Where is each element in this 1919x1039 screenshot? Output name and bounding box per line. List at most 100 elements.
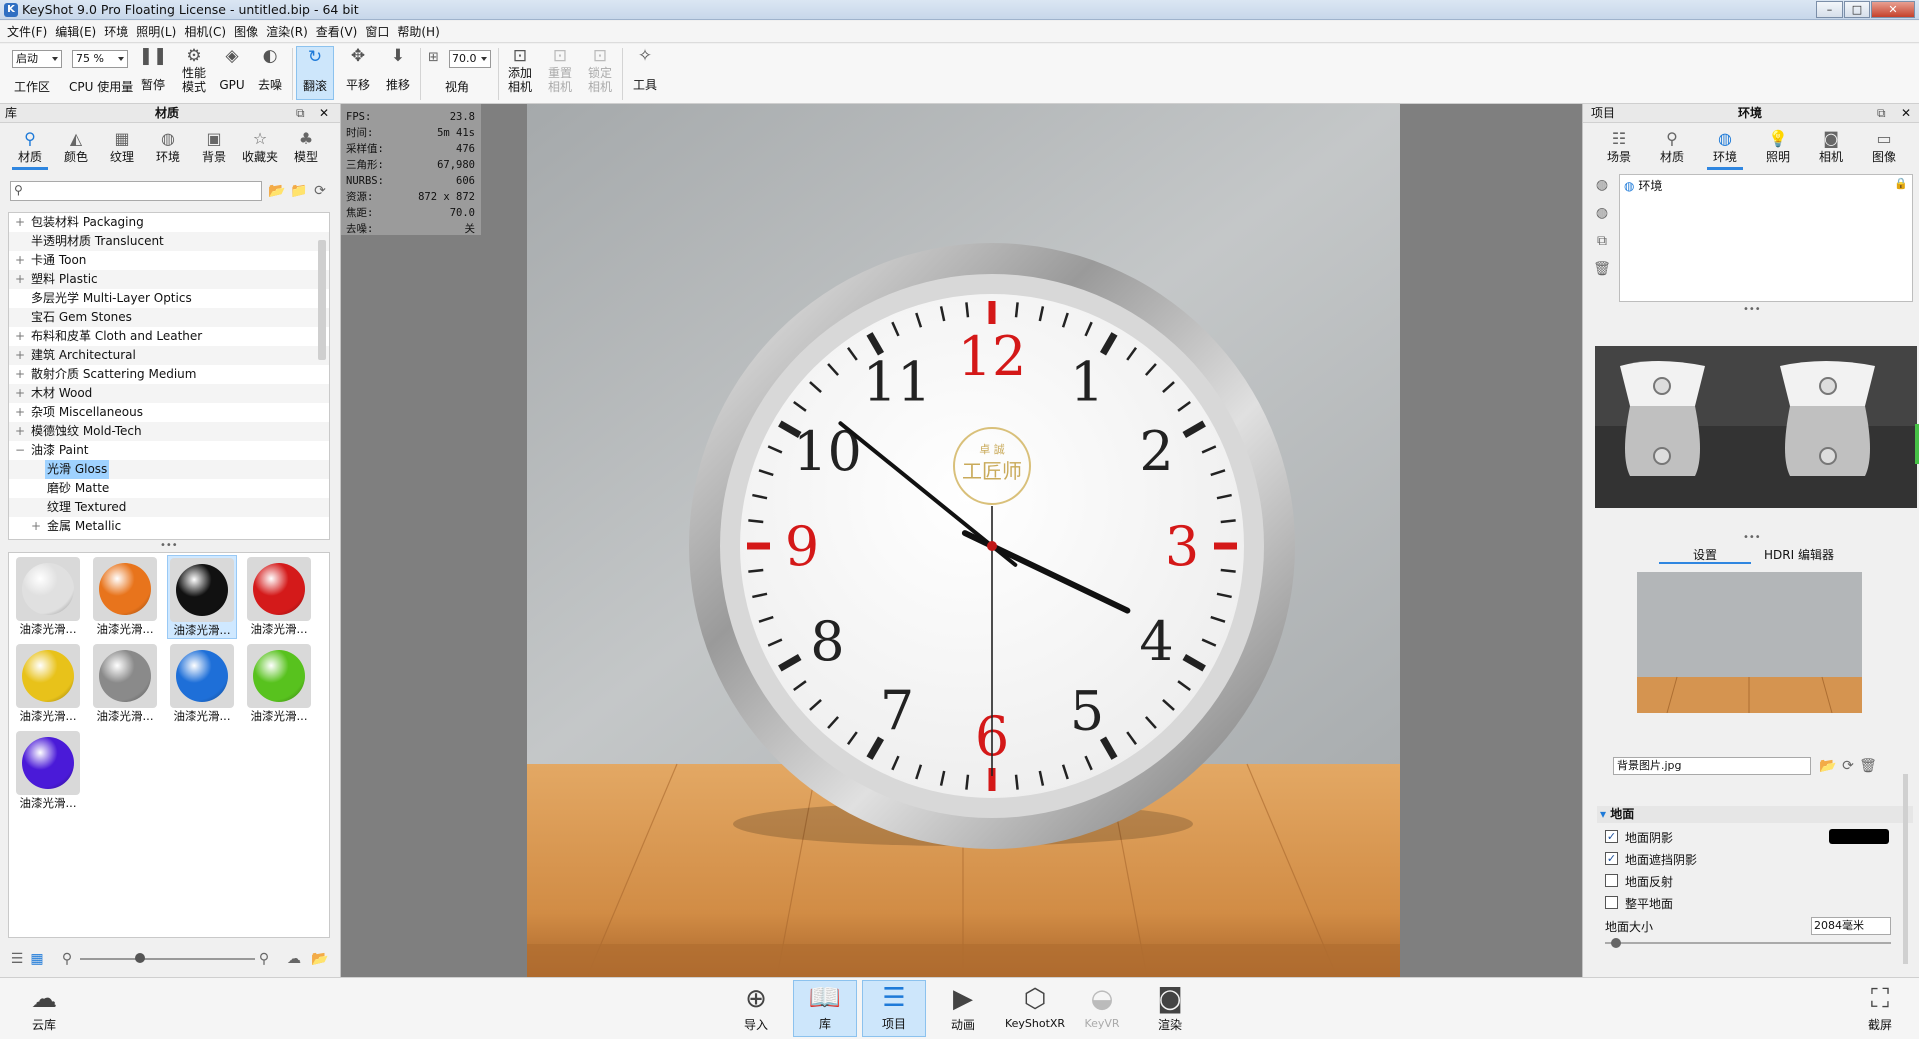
tree-item[interactable]: + 散射介质 Scattering Medium bbox=[9, 365, 329, 384]
material-thumbnail[interactable]: 油漆光滑... bbox=[90, 555, 160, 639]
background-file-field[interactable]: 背景图片.jpg bbox=[1613, 757, 1811, 775]
tree-item[interactable]: − 油漆 Paint bbox=[9, 441, 329, 460]
reload-icon[interactable]: ⟳ bbox=[1839, 757, 1857, 775]
minimize-button[interactable]: – bbox=[1816, 1, 1843, 18]
dolly-button[interactable]: ⬇ 推移 bbox=[382, 46, 414, 92]
background-thumbnail[interactable] bbox=[1637, 572, 1862, 713]
library-search[interactable]: ⚲ bbox=[10, 181, 262, 201]
ground-section-header[interactable]: ▾ 地面 bbox=[1597, 806, 1913, 823]
tab-camera[interactable]: ◙ 相机 bbox=[1809, 130, 1853, 165]
material-thumbnail[interactable]: 油漆光滑... bbox=[167, 642, 237, 726]
tab-textures[interactable]: ▦ 纹理 bbox=[100, 130, 144, 165]
material-thumbnail[interactable]: 油漆光滑... bbox=[13, 642, 83, 726]
ground-size-slider[interactable] bbox=[1605, 942, 1891, 944]
zoom-out-icon[interactable]: ⚲ bbox=[58, 950, 76, 968]
import-folder-icon[interactable]: 📂 bbox=[311, 950, 329, 968]
tumble-button[interactable]: ↻ 翻滚 bbox=[296, 46, 334, 100]
expander-icon[interactable]: + bbox=[15, 327, 25, 346]
tab-image[interactable]: ▭ 图像 bbox=[1862, 130, 1906, 165]
menu-edit[interactable]: 编辑(E) bbox=[51, 21, 100, 43]
open-file-icon[interactable]: 📂 bbox=[1819, 757, 1837, 775]
render-button[interactable]: ◙ 渲染 bbox=[1138, 982, 1202, 1033]
menu-view[interactable]: 查看(V) bbox=[312, 21, 362, 43]
tree-item[interactable]: + 包装材料 Packaging bbox=[9, 213, 329, 232]
tab-scene[interactable]: ☷ 场景 bbox=[1597, 130, 1641, 165]
import-button[interactable]: ⊕ 导入 bbox=[724, 982, 788, 1033]
list-view-icon[interactable]: ☰ bbox=[8, 950, 26, 968]
menu-file[interactable]: 文件(F) bbox=[3, 21, 51, 43]
expander-icon[interactable]: + bbox=[15, 403, 25, 422]
material-thumbnail[interactable]: 油漆光滑... bbox=[13, 729, 83, 813]
lock-camera-button[interactable]: ⊡ 锁定 相机 bbox=[584, 46, 616, 94]
menu-environment[interactable]: 环境 bbox=[100, 21, 132, 43]
fov-input[interactable]: 70.0 bbox=[449, 50, 491, 68]
ground-shadow-checkbox[interactable]: ✓ bbox=[1605, 830, 1618, 843]
expander-icon[interactable]: + bbox=[15, 213, 25, 232]
open-folder-icon[interactable]: 📂 bbox=[268, 182, 286, 200]
gpu-button[interactable]: ◈ GPU bbox=[218, 46, 246, 92]
tab-colors[interactable]: ◭ 颜色 bbox=[54, 130, 98, 165]
screenshot-button[interactable]: ⛶ 截屏 bbox=[1848, 982, 1912, 1033]
tree-item[interactable]: 磨砂 Matte bbox=[9, 479, 329, 498]
workspace-select[interactable]: 启动 bbox=[12, 50, 62, 68]
material-thumbnail[interactable]: 油漆光滑... bbox=[90, 642, 160, 726]
tab-favorites[interactable]: ☆ 收藏夹 bbox=[238, 130, 282, 165]
expander-icon[interactable]: − bbox=[15, 441, 25, 460]
grid-view-icon[interactable]: ▦ bbox=[28, 950, 46, 968]
pause-button[interactable]: ❚❚ 暂停 bbox=[138, 46, 168, 92]
add-folder-icon[interactable]: 📁 bbox=[290, 182, 308, 200]
tree-item[interactable]: + 卡通 Toon bbox=[9, 251, 329, 270]
tools-button[interactable]: ✧ 工具 bbox=[628, 46, 662, 92]
tree-item[interactable]: 多层光学 Multi-Layer Optics bbox=[9, 289, 329, 308]
ground-shadow-color-swatch[interactable] bbox=[1829, 829, 1889, 844]
tree-scrollbar[interactable] bbox=[318, 240, 326, 360]
material-thumbnail[interactable]: 油漆光滑... bbox=[13, 555, 83, 639]
tab-backplates[interactable]: ▣ 背景 bbox=[192, 130, 236, 165]
environment-list-item[interactable]: ◍ 环境 bbox=[1624, 177, 1662, 194]
search-input[interactable] bbox=[29, 183, 257, 199]
pan-button[interactable]: ✥ 平移 bbox=[342, 46, 374, 92]
copy-environment-icon[interactable]: ⧉ bbox=[1593, 232, 1611, 250]
expander-icon[interactable]: + bbox=[15, 346, 25, 365]
close-panel-icon[interactable]: ✕ bbox=[1901, 104, 1911, 123]
cloud-library-button[interactable]: ☁ 云库 bbox=[12, 982, 76, 1033]
expander-icon[interactable]: + bbox=[15, 384, 25, 403]
tree-item[interactable]: + 建筑 Architectural bbox=[9, 346, 329, 365]
project-button[interactable]: ☰ 项目 bbox=[862, 980, 926, 1037]
tree-item[interactable]: + 金属 Metallic bbox=[9, 517, 329, 536]
preview-scroll-indicator[interactable] bbox=[1915, 424, 1919, 464]
menu-window[interactable]: 窗口 bbox=[361, 21, 393, 43]
tab-lighting[interactable]: 💡 照明 bbox=[1756, 130, 1800, 165]
subtab-settings[interactable]: 设置 bbox=[1659, 546, 1751, 564]
thumbnail-size-slider[interactable] bbox=[80, 958, 255, 960]
maximize-button[interactable]: □ bbox=[1844, 1, 1870, 18]
tree-item[interactable]: 半透明材质 Translucent bbox=[9, 232, 329, 251]
splitter-handle[interactable]: ••• bbox=[1743, 532, 1761, 543]
duplicate-environment-icon[interactable]: ◍ bbox=[1593, 204, 1611, 222]
upload-cloud-icon[interactable]: ☁ bbox=[285, 950, 303, 968]
ground-size-slider-handle[interactable] bbox=[1611, 938, 1621, 948]
render-scene[interactable]: 12 1 2 3 4 5 6 7 8 9 10 11 卓 誠 工匠师 bbox=[527, 104, 1400, 977]
close-button[interactable]: ✕ bbox=[1871, 1, 1915, 18]
settings-scrollbar[interactable] bbox=[1903, 774, 1908, 964]
menu-lighting[interactable]: 照明(L) bbox=[132, 21, 180, 43]
splitter-handle[interactable]: ••• bbox=[160, 540, 178, 551]
float-panel-icon[interactable]: ⧉ bbox=[1877, 104, 1886, 123]
tree-item[interactable]: + 模德蚀纹 Mold-Tech bbox=[9, 422, 329, 441]
tree-item[interactable]: 光滑 Gloss bbox=[9, 460, 329, 479]
add-environment-icon[interactable]: ◍ bbox=[1593, 176, 1611, 194]
float-panel-icon[interactable]: ⧉ bbox=[296, 104, 305, 123]
hdri-preview[interactable] bbox=[1595, 346, 1917, 508]
menu-image[interactable]: 图像 bbox=[230, 21, 262, 43]
tab-materials[interactable]: ⚲ 材质 bbox=[8, 130, 52, 170]
tree-item[interactable]: + 木材 Wood bbox=[9, 384, 329, 403]
denoise-button[interactable]: ◐ 去噪 bbox=[254, 46, 286, 92]
keyshotxr-button[interactable]: ⬡ KeyShotXR bbox=[1000, 982, 1070, 1030]
expander-icon[interactable]: + bbox=[15, 270, 25, 289]
library-button[interactable]: 📖 库 bbox=[793, 980, 857, 1037]
refresh-icon[interactable]: ⟳ bbox=[311, 182, 329, 200]
tab-project-materials[interactable]: ⚲ 材质 bbox=[1650, 130, 1694, 165]
tab-models[interactable]: ♣ 模型 bbox=[284, 130, 328, 165]
subtab-hdri-editor[interactable]: HDRI 编辑器 bbox=[1753, 546, 1845, 564]
performance-mode-button[interactable]: ⚙ 性能 模式 bbox=[178, 46, 210, 94]
